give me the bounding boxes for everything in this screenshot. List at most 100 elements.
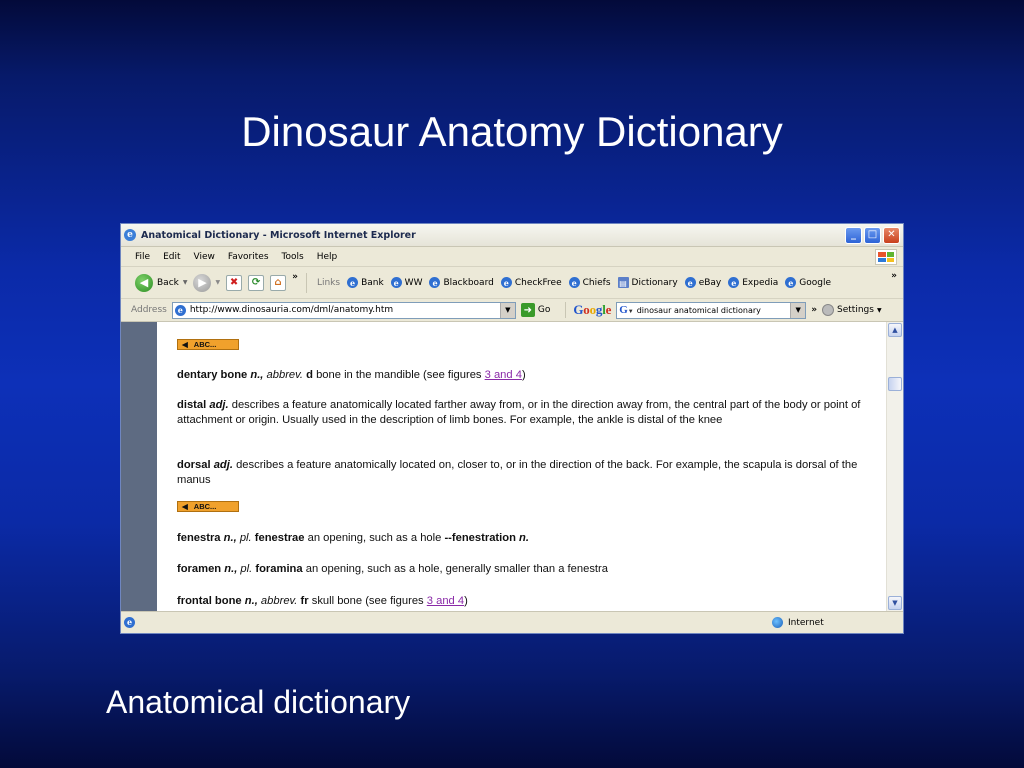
entry-term: dorsal [177,459,211,471]
entry-pos: n., [250,369,264,381]
google-dropdown-icon[interactable]: ▼ [790,302,806,318]
entry-definition: skull bone (see figures [311,595,424,607]
link-expedia[interactable]: e Expedia [728,277,778,288]
address-input[interactable]: e http://www.dinosauria.com/dml/anatomy.… [171,301,516,319]
link-ebay[interactable]: e eBay [684,277,722,288]
maximize-button[interactable]: □ [864,226,881,244]
document-icon: ▤ [617,277,629,288]
menu-file[interactable]: File [135,252,150,262]
refresh-icon[interactable]: ⟳ [248,274,265,291]
page-icon: e [785,277,797,288]
gear-icon [822,304,835,316]
link-label: Bank [361,277,384,288]
link-label: Chiefs [582,277,611,288]
menu-bar: File Edit View Favorites Tools Help [121,247,903,267]
entry-paren: ) [464,595,468,607]
page-icon: e [568,277,580,288]
google-settings-button[interactable]: Settings ▼ [822,304,882,316]
minimize-button[interactable]: _ [845,226,862,244]
figures-link[interactable]: 3 and 4 [485,369,522,381]
vertical-scrollbar[interactable]: ▲ ▼ [886,322,903,611]
address-label: Address [131,305,167,315]
address-divider [565,302,567,318]
menu-view[interactable]: View [194,252,215,262]
menu-favorites[interactable]: Favorites [228,252,269,262]
page-icon: e [728,277,740,288]
link-label: Blackboard [443,277,494,288]
links-overflow-icon[interactable]: » [891,271,897,281]
go-button[interactable]: ➜ Go [520,303,550,317]
abc-label: ABC... [193,502,217,511]
toolbar-divider [305,272,307,293]
menu-tools[interactable]: Tools [282,252,304,262]
entry-term: foramen [177,563,222,575]
entry-dorsal: dorsal adj. describes a feature anatomic… [177,458,885,488]
abc-index-button[interactable]: ◀ ABC... [177,339,239,350]
entry-distal: distal adj. describes a feature anatomic… [177,398,885,428]
forward-button[interactable]: ▶ ▼ [193,273,220,292]
page-content: ◀ ABC... dentary bone n., abbrev. d bone … [121,322,903,611]
link-bank[interactable]: e Bank [347,277,384,288]
link-checkfree[interactable]: e CheckFree [500,277,562,288]
back-button[interactable]: ◀ Back ▼ [135,273,188,292]
abc-index-button[interactable]: ◀ ABC... [177,501,239,512]
scroll-up-icon[interactable]: ▲ [888,323,902,337]
link-google[interactable]: e Google [785,277,831,288]
home-icon[interactable]: ⌂ [270,274,287,291]
browser-window: e Anatomical Dictionary - Microsoft Inte… [120,223,904,634]
link-dictionary[interactable]: ▤ Dictionary [617,277,678,288]
page-icon: e [429,277,441,288]
page-icon: e [500,277,512,288]
link-ww[interactable]: e WW [390,277,422,288]
links-bar: Links e Bank e WW e Blackboard e CheckFree e… [317,277,831,288]
entry-paren: ) [521,369,526,381]
settings-dropdown-icon: ▼ [876,306,882,314]
menu-help[interactable]: Help [317,252,338,262]
slide-title: Dinosaur Anatomy Dictionary [241,108,783,155]
forward-arrow-icon: ▶ [193,273,212,292]
window-controls: _ □ ✕ [845,226,900,244]
zone-label: Internet [788,617,824,628]
back-dropdown-icon[interactable]: ▼ [183,279,188,286]
entry-fenestra: fenestra n., pl. fenestrae an opening, s… [177,531,885,546]
entry-pos: n., [244,595,258,607]
entry-term: frontal bone [177,595,242,607]
go-arrow-icon: ➜ [520,303,535,317]
security-zone: Internet [772,617,824,628]
entry-pos: n., [223,532,237,544]
window-title: Anatomical Dictionary - Microsoft Intern… [141,229,416,241]
toolbar-overflow-icon[interactable]: » [292,272,298,282]
page-icon: e [124,616,135,628]
google-g-icon[interactable]: G▼ [619,304,634,316]
figures-link[interactable]: 3 and 4 [427,595,464,607]
links-label: Links [316,277,341,288]
close-button[interactable]: ✕ [883,226,900,244]
link-label: eBay [698,277,722,288]
entry-derived-pos: n. [519,532,529,544]
scroll-down-icon[interactable]: ▼ [888,596,902,610]
page-icon: e [390,277,402,288]
forward-dropdown-icon[interactable]: ▼ [215,279,220,286]
entry-abbrev-label: abbrev. [260,595,298,607]
entry-plural: fenestrae [254,532,305,544]
menu-edit[interactable]: Edit [163,252,180,262]
entry-term: fenestra [177,532,221,544]
standard-toolbar: ◀ Back ▼ ▶ ▼ ✖ ⟳ ⌂ » Links e Bank e WW e Bl… [121,267,903,299]
scroll-thumb[interactable] [888,377,902,391]
entry-definition: bone in the mandible (see figures [316,369,482,381]
link-blackboard[interactable]: e Blackboard [429,277,494,288]
back-triangle-icon: ◀ [182,340,188,349]
address-dropdown-icon[interactable]: ▼ [499,302,515,318]
link-label: Dictionary [631,277,678,288]
entry-plural-label: pl. [239,532,252,544]
link-chiefs[interactable]: e Chiefs [568,277,611,288]
google-overflow-icon[interactable]: » [811,305,817,315]
link-label: Google [799,277,831,288]
entry-abbrev-label: abbrev. [266,369,304,381]
entry-abbrev: d [306,369,313,381]
back-arrow-icon: ◀ [135,273,153,292]
google-search-input[interactable]: G▼ dinosaur anatomical dictionary ▼ [616,301,807,319]
stop-icon[interactable]: ✖ [226,274,243,291]
page-icon: e [174,304,186,316]
address-bar: Address e http://www.dinosauria.com/dml/… [121,299,903,322]
